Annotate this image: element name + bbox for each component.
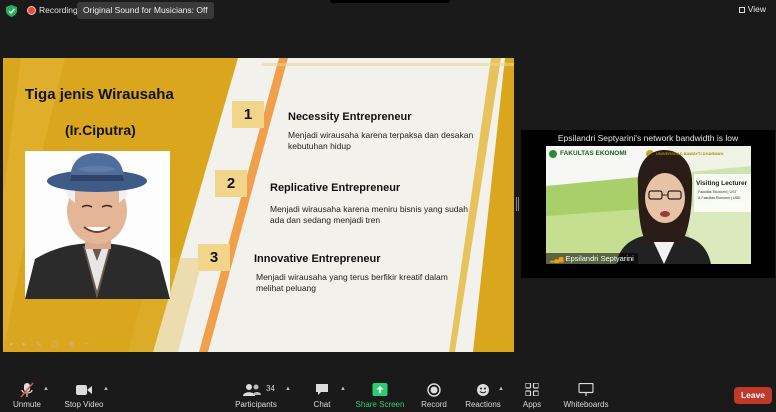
share-screen-icon <box>372 383 388 396</box>
meeting-toolbar: Unmute ▲ Stop Video ▲ 34 Participants ▲ … <box>0 378 776 412</box>
item-title: Necessity Entrepreneur <box>288 111 412 123</box>
original-sound-toggle[interactable]: Original Sound for Musicians: Off <box>77 2 214 19</box>
participant-name: Epsilandri Septyarini <box>565 254 634 263</box>
item-title: Replicative Entrepreneur <box>270 182 401 194</box>
grid-view-icon <box>738 7 745 13</box>
whiteboards-button[interactable]: Whiteboards <box>560 378 612 412</box>
unmute-button[interactable]: Unmute <box>6 378 48 412</box>
stop-video-button[interactable]: Stop Video <box>60 378 108 412</box>
audio-options-chevron-icon[interactable]: ▲ <box>43 386 49 392</box>
ciputra-portrait-photo <box>25 151 170 299</box>
view-label: View <box>747 4 766 14</box>
leave-meeting-button[interactable]: Leave <box>734 387 772 404</box>
chat-bubble-icon <box>316 384 328 395</box>
record-icon <box>427 383 441 397</box>
meeting-top-bar: Recording Original Sound for Musicians: … <box>0 0 776 22</box>
recording-label: Recording <box>39 5 78 15</box>
recording-indicator-icon <box>27 6 36 15</box>
microphone-muted-icon <box>20 382 34 398</box>
video-options-chevron-icon[interactable]: ▲ <box>103 386 109 392</box>
share-screen-button[interactable]: Share Screen <box>355 378 405 412</box>
video-camera-icon <box>76 385 92 395</box>
record-button[interactable]: Record <box>416 378 452 412</box>
item-description: Menjadi wirausaha karena terpaksa dan de… <box>288 130 474 151</box>
slide-title: Tiga jenis Wirausaha <box>25 86 174 103</box>
security-shield-icon[interactable] <box>6 5 17 17</box>
faculty-logo-text: FAKULTAS EKONOMI <box>560 150 627 157</box>
apps-button[interactable]: Apps <box>518 378 546 412</box>
banner-line-2: & Fakultas Ekonomi | UBD <box>698 196 741 200</box>
record-label: Record <box>421 400 447 409</box>
bandwidth-warning: Epsilandri Septyarini's network bandwidt… <box>557 133 739 143</box>
slide-annotation-toolbar[interactable]: ◂ ▸ ✎ ▢ ⊕ ⋯ <box>9 340 95 348</box>
shared-screen-slide: Tiga jenis Wirausaha (Ir.Ciputra) 1 Nece… <box>3 58 514 352</box>
participant-video-tile[interactable]: Epsilandri Septyarini's network bandwidt… <box>521 130 775 278</box>
university-logo-text: UNIVERSITAS BAWAYTI DHARMAN <box>656 151 724 156</box>
item-number-badge: 2 <box>215 170 247 197</box>
slide-subtitle: (Ir.Ciputra) <box>65 122 136 138</box>
reactions-options-chevron-icon[interactable]: ▲ <box>498 386 504 392</box>
unmute-label: Unmute <box>12 400 41 409</box>
apps-grid-icon <box>525 383 539 396</box>
reactions-button[interactable]: Reactions <box>462 378 504 412</box>
chat-label: Chat <box>313 400 331 409</box>
share-screen-label: Share Screen <box>355 400 405 409</box>
participant-name-tag: ▂▄▆ Epsilandri Septyarini <box>546 253 638 264</box>
reactions-label: Reactions <box>465 400 501 409</box>
top-notch <box>330 0 450 3</box>
participants-label: Participants <box>235 400 277 409</box>
item-number-badge: 1 <box>232 101 264 128</box>
participants-options-chevron-icon[interactable]: ▲ <box>285 386 291 392</box>
view-button[interactable]: View <box>735 2 770 16</box>
banner-line-1: Fakultas Ekonomi | UST <box>698 190 737 194</box>
banner-title: Visiting Lecturer <box>696 180 748 187</box>
participant-camera-feed: FAKULTAS EKONOMI UNIVERSITAS BAWAYTI DHA… <box>546 146 751 264</box>
participants-icon <box>243 384 261 396</box>
split-view-resize-handle[interactable] <box>516 197 519 211</box>
item-description: Menjadi wirausaha karena meniru bisnis y… <box>270 204 468 225</box>
participants-count: 34 <box>266 384 275 393</box>
reactions-smiley-icon <box>477 384 489 396</box>
chat-options-chevron-icon[interactable]: ▲ <box>340 386 346 392</box>
item-title: Innovative Entrepreneur <box>254 253 381 265</box>
whiteboards-label: Whiteboards <box>563 400 609 409</box>
item-description: Menjadi wirausaha yang terus berfikir kr… <box>256 272 448 293</box>
participants-button[interactable]: 34 Participants <box>230 378 282 412</box>
chat-button[interactable]: Chat <box>306 378 338 412</box>
stop-video-label: Stop Video <box>64 400 104 409</box>
apps-label: Apps <box>522 400 542 409</box>
connection-signal-icon: ▂▄▆ <box>550 257 564 263</box>
whiteboard-icon <box>578 383 594 396</box>
item-number-badge: 3 <box>198 244 230 271</box>
